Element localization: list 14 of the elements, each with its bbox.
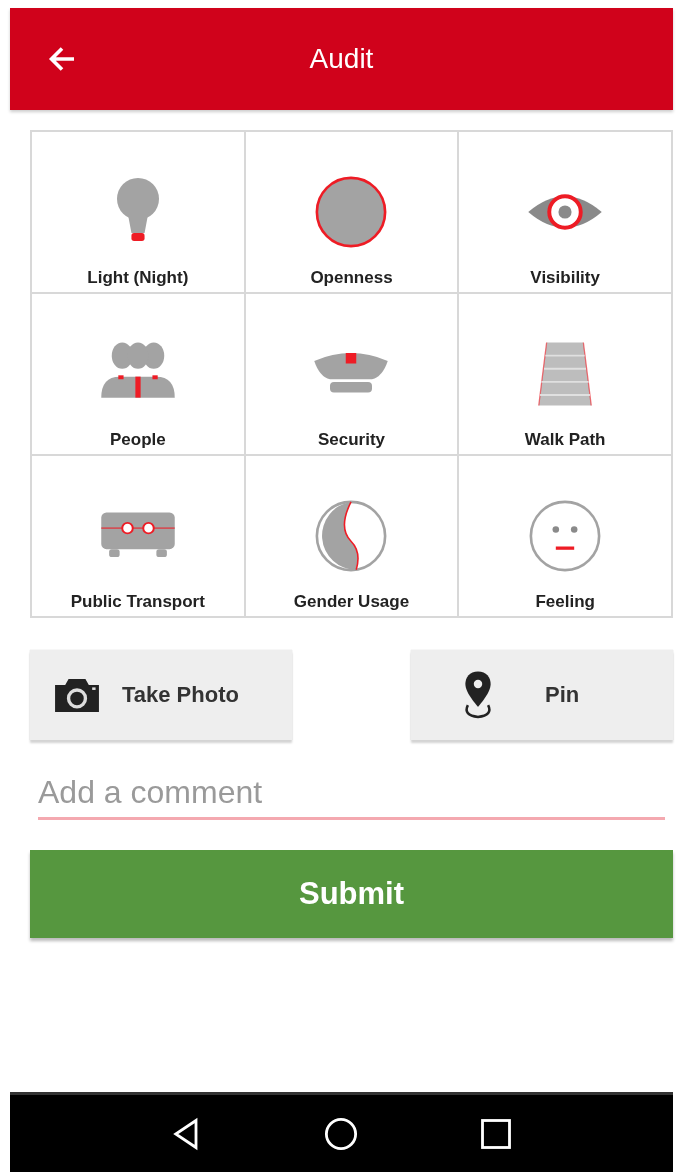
category-tile[interactable]: Visibility xyxy=(459,132,671,292)
category-tile[interactable]: Feeling xyxy=(459,456,671,616)
home-icon[interactable] xyxy=(323,1115,360,1152)
category-tile[interactable]: People xyxy=(32,294,244,454)
category-tile[interactable]: Openness xyxy=(245,132,458,292)
category-tile[interactable]: Gender Usage xyxy=(245,456,458,616)
category-tile[interactable]: Security xyxy=(245,294,458,454)
category-tile[interactable]: Public Transport xyxy=(32,456,244,616)
take-photo-button[interactable]: Take Photo xyxy=(30,650,292,740)
category-tile[interactable]: Light (Night) xyxy=(32,132,244,292)
screen-title: Audit xyxy=(308,43,375,75)
submit-button[interactable]: Submit xyxy=(30,850,673,938)
pin-button[interactable]: Pin xyxy=(411,650,673,740)
category-tile[interactable]: Walk Path xyxy=(459,294,671,454)
